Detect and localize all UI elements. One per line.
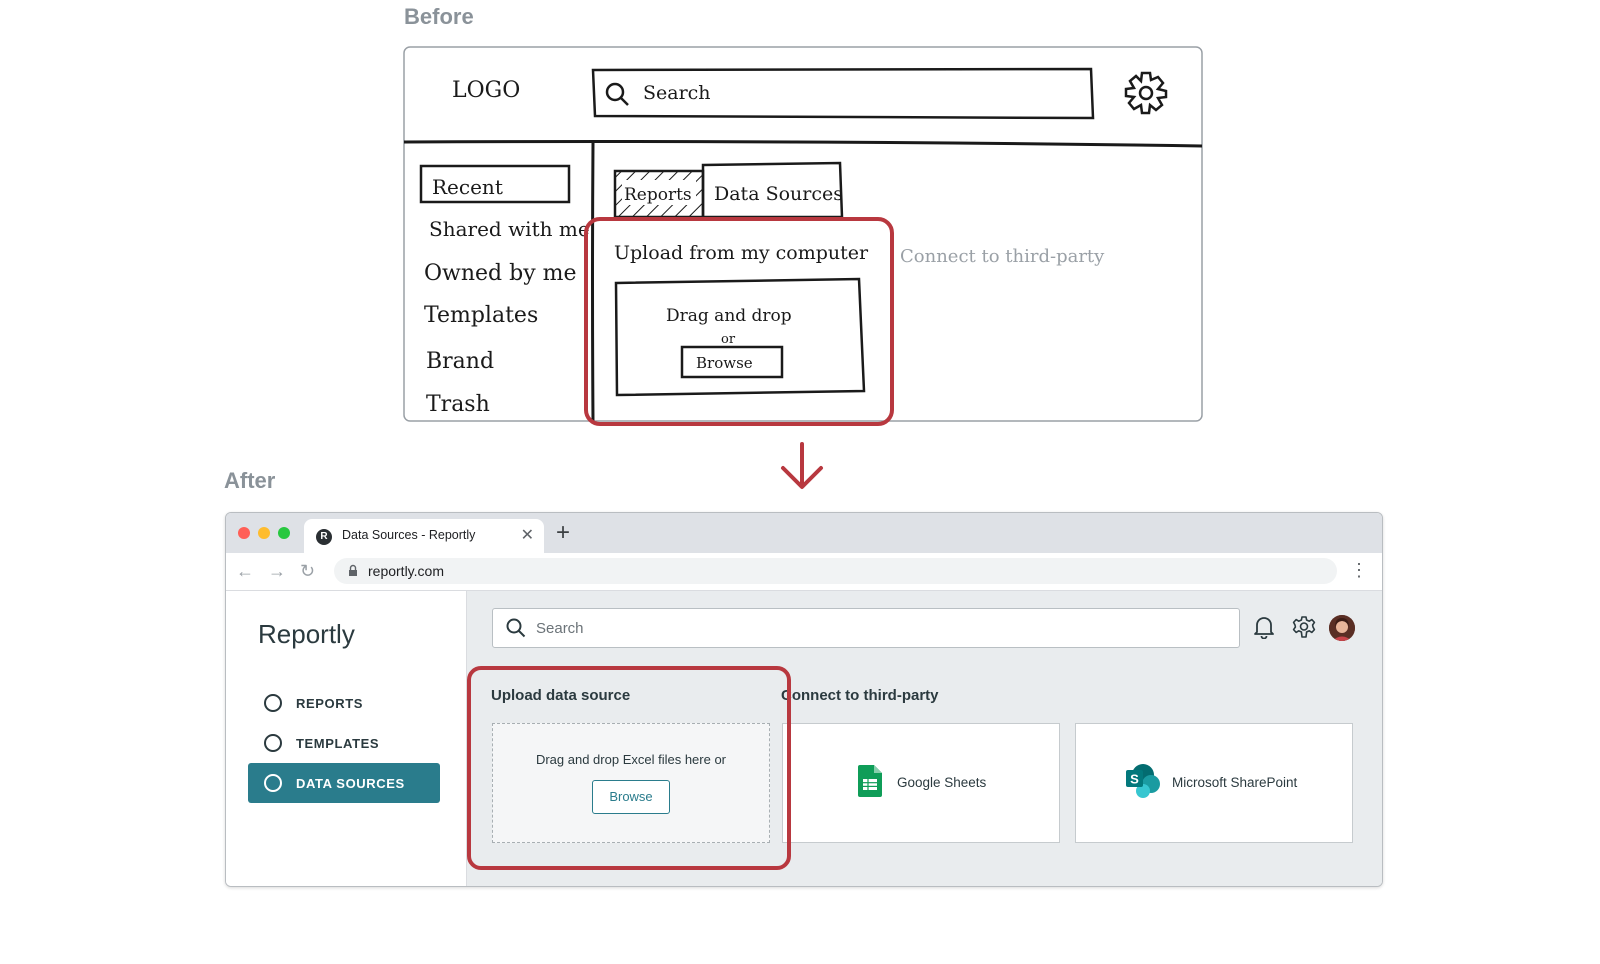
forward-arrow-icon[interactable]: → (268, 561, 286, 582)
wireframe-connect-text: Connect to third-party (900, 246, 1105, 267)
wireframe-logo: LOGO (452, 78, 520, 103)
down-arrow-icon (781, 442, 823, 489)
search-input[interactable]: Search (492, 608, 1240, 648)
google-sheets-card[interactable]: Google Sheets (782, 723, 1060, 843)
before-wireframe: LOGO Search Recent Shared with me Owned … (403, 46, 1203, 489)
nav-item-reports[interactable]: REPORTS (248, 683, 440, 723)
wireframe-search-text: Search (643, 82, 711, 104)
app-brand: Reportly (258, 619, 355, 649)
minimize-window-dot[interactable] (258, 527, 270, 539)
wireframe-nav-2: Owned by me (424, 261, 577, 286)
wireframe-sidebar-divider (591, 142, 595, 422)
browser-menu-icon[interactable]: ⋮ (1350, 561, 1368, 579)
back-arrow-icon[interactable]: ← (236, 561, 254, 582)
wireframe-or-text: or (721, 332, 736, 347)
nav-item-templates[interactable]: TEMPLATES (248, 723, 440, 763)
nav-label-data-sources: DATA SOURCES (296, 776, 405, 791)
wireframe-nav-1: Shared with me (429, 217, 590, 241)
tab-title: Data Sources - Reportly (342, 528, 476, 542)
user-avatar[interactable] (1329, 615, 1355, 641)
circle-icon (264, 694, 282, 712)
wireframe-nav-4: Brand (426, 349, 494, 374)
google-sheets-icon (858, 765, 882, 797)
close-window-dot[interactable] (238, 527, 250, 539)
url-text: reportly.com (368, 563, 444, 579)
lock-icon (349, 564, 357, 576)
browser-window: R Data Sources - Reportly ✕ + ← → ↻ repo… (225, 512, 1383, 887)
wireframe-nav-5: Trash (426, 392, 490, 417)
google-sheets-label: Google Sheets (897, 775, 987, 790)
after-highlight (467, 666, 791, 870)
new-tab-icon[interactable]: + (556, 519, 570, 547)
wireframe-drag-text: Drag and drop (666, 306, 792, 326)
browser-tab-bar: R Data Sources - Reportly ✕ + (226, 513, 1382, 553)
sharepoint-label: Microsoft SharePoint (1172, 775, 1298, 790)
reportly-favicon: R (316, 529, 332, 545)
wireframe-tab-datasources-label: Data Sources (714, 183, 843, 205)
browser-toolbar: ← → ↻ reportly.com ⋮ (226, 553, 1382, 591)
circle-icon (264, 774, 282, 792)
bell-icon[interactable] (1253, 615, 1275, 639)
nav-item-data-sources[interactable]: DATA SOURCES (248, 763, 440, 803)
sharepoint-card[interactable]: S Microsoft SharePoint (1075, 723, 1353, 843)
sharepoint-icon: S (1126, 764, 1160, 798)
wireframe-nav-0: Recent (432, 175, 503, 199)
svg-text:S: S (1130, 772, 1139, 787)
wireframe-upload-title: Upload from my computer (614, 242, 869, 264)
tab-close-icon[interactable]: ✕ (521, 525, 534, 545)
wireframe-browse-label: Browse (696, 354, 753, 372)
maximize-window-dot[interactable] (278, 527, 290, 539)
wireframe-nav-3: Templates (424, 303, 538, 328)
nav-label-templates: TEMPLATES (296, 736, 380, 751)
address-bar[interactable]: reportly.com (334, 558, 1337, 584)
wireframe-tab-reports-label: Reports (624, 185, 692, 205)
circle-icon (264, 734, 282, 752)
app-sidebar: Reportly REPORTS TEMPLATES DATA SOURCES (226, 591, 467, 886)
connect-section-title: Connect to third-party (781, 687, 939, 704)
reload-icon[interactable]: ↻ (300, 561, 315, 582)
browser-tab-active[interactable]: R Data Sources - Reportly ✕ (304, 519, 544, 553)
search-placeholder: Search (536, 620, 584, 637)
gear-icon[interactable] (1292, 615, 1316, 639)
search-icon (506, 618, 526, 638)
nav-label-reports: REPORTS (296, 696, 364, 711)
